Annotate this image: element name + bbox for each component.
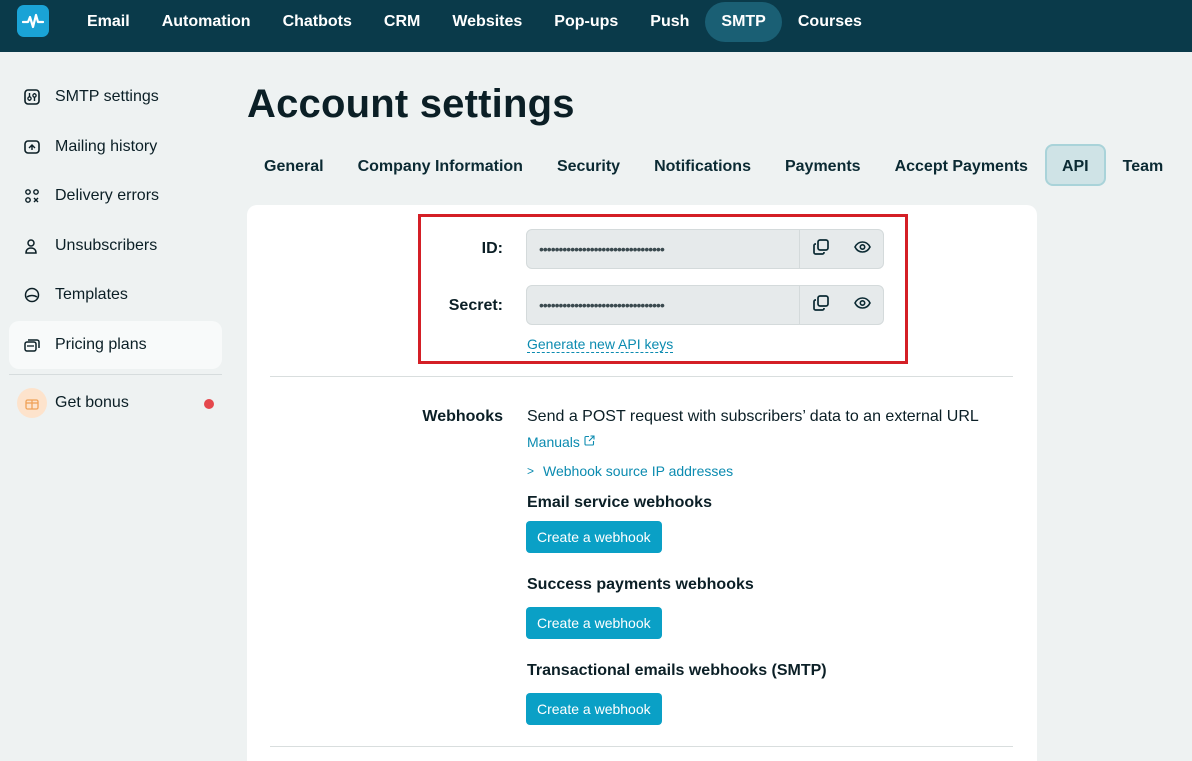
nav-popups[interactable]: Pop-ups: [538, 2, 634, 42]
webhook-ip-link[interactable]: Webhook source IP addresses: [543, 463, 733, 479]
manuals-link[interactable]: Manuals: [527, 434, 580, 450]
nav-email[interactable]: Email: [71, 2, 146, 42]
sidebar-item-mailing-history[interactable]: Mailing history: [9, 123, 222, 171]
tab-payments[interactable]: Payments: [768, 144, 878, 186]
divider: [270, 376, 1013, 377]
nav-websites[interactable]: Websites: [436, 2, 538, 42]
nav-crm[interactable]: CRM: [368, 2, 436, 42]
webhooks-label: Webhooks: [422, 408, 503, 425]
manuals-link-wrapper: Manuals: [527, 433, 595, 451]
notification-dot: [204, 399, 214, 409]
sidebar-item-get-bonus[interactable]: Get bonus: [9, 379, 222, 427]
mail-history-icon: [24, 139, 40, 155]
sidebar-item-label: Pricing plans: [55, 336, 147, 353]
sidebar-item-unsubscribers[interactable]: Unsubscribers: [9, 222, 222, 270]
pricing-icon: [24, 337, 40, 353]
sidebar-item-label: Unsubscribers: [55, 237, 158, 254]
unsubscriber-icon: [24, 238, 40, 254]
external-link-icon: [584, 433, 595, 451]
tab-api[interactable]: API: [1044, 144, 1106, 186]
main-nav: Email Automation Chatbots CRM Websites P…: [71, 2, 878, 42]
sidebar-item-label: Get bonus: [55, 394, 129, 411]
sliders-icon: [24, 89, 40, 105]
tab-notifications[interactable]: Notifications: [637, 144, 768, 186]
tab-company-information[interactable]: Company Information: [341, 144, 540, 186]
sidebar-item-smtp-settings[interactable]: SMTP settings: [9, 73, 222, 121]
templates-icon: [24, 287, 40, 303]
page-title: Account settings: [247, 82, 575, 126]
sidebar-divider: [9, 374, 222, 375]
settings-tabs: General Company Information Security Not…: [247, 144, 1180, 186]
nav-automation[interactable]: Automation: [146, 2, 267, 42]
divider: [270, 746, 1013, 747]
delivery-errors-icon: [24, 188, 40, 204]
sidebar-item-label: Mailing history: [55, 138, 158, 155]
nav-courses[interactable]: Courses: [782, 2, 878, 42]
webhooks-description: Send a POST request with subscribers’ da…: [527, 408, 979, 425]
sidebar-item-label: Templates: [55, 286, 128, 303]
highlight-box: [418, 214, 908, 364]
payments-webhooks-title: Success payments webhooks: [527, 576, 754, 593]
app-logo-icon[interactable]: [17, 5, 49, 37]
create-smtp-webhook-button[interactable]: Create a webhook: [526, 693, 662, 725]
nav-chatbots[interactable]: Chatbots: [267, 2, 368, 42]
sidebar-item-templates[interactable]: Templates: [9, 271, 222, 319]
tab-team[interactable]: Team: [1106, 144, 1181, 186]
webhook-ip-toggle[interactable]: > Webhook source IP addresses: [527, 463, 733, 479]
smtp-webhooks-title: Transactional emails webhooks (SMTP): [527, 662, 827, 679]
top-navigation-bar: Email Automation Chatbots CRM Websites P…: [0, 0, 1192, 52]
tab-accept-payments[interactable]: Accept Payments: [878, 144, 1045, 186]
sidebar-item-delivery-errors[interactable]: Delivery errors: [9, 172, 222, 220]
create-payments-webhook-button[interactable]: Create a webhook: [526, 607, 662, 639]
sidebar-item-pricing-plans[interactable]: Pricing plans: [9, 321, 222, 369]
email-webhooks-title: Email service webhooks: [527, 494, 712, 511]
sidebar-item-label: Delivery errors: [55, 187, 160, 204]
gift-icon: [17, 388, 47, 418]
sidebar: SMTP settings Mailing history Delivery e…: [0, 52, 232, 761]
tab-general[interactable]: General: [247, 144, 341, 186]
chevron-right-icon: >: [527, 464, 535, 478]
sidebar-item-label: SMTP settings: [55, 88, 159, 105]
create-email-webhook-button[interactable]: Create a webhook: [526, 521, 662, 553]
nav-smtp[interactable]: SMTP: [705, 2, 782, 42]
tab-security[interactable]: Security: [540, 144, 637, 186]
nav-push[interactable]: Push: [634, 2, 705, 42]
